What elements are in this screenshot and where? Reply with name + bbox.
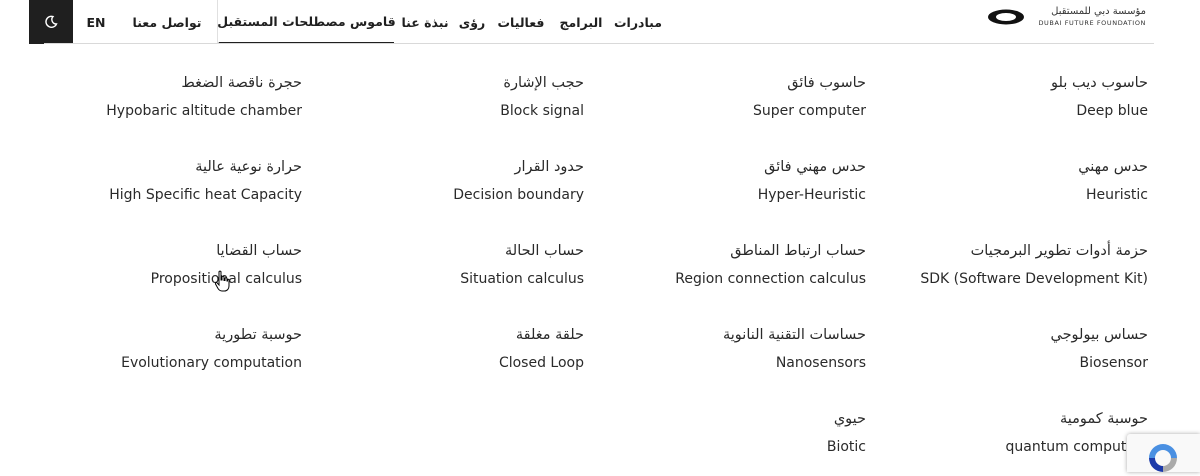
glossary-term[interactable]: حيوي Biotic bbox=[606, 409, 866, 457]
term-arabic: حزمة أدوات تطوير البرمجيات bbox=[970, 243, 1148, 259]
term-english: Decision boundary bbox=[453, 187, 584, 203]
glossary-grid: حاسوب ديب بلو Deep blue حاسوب فائق Super… bbox=[0, 0, 1200, 472]
glossary-term[interactable]: حاسوب فائق Super computer bbox=[606, 73, 866, 121]
glossary-term[interactable]: حرارة نوعية عالية High Specific heat Cap… bbox=[42, 157, 302, 205]
term-arabic: حاسوب فائق bbox=[787, 75, 866, 91]
term-arabic: حدود القرار bbox=[514, 159, 584, 175]
glossary-term[interactable]: حجب الإشارة Block signal bbox=[324, 73, 584, 121]
term-english: Closed Loop bbox=[498, 355, 584, 371]
term-english: Hypobaric altitude chamber bbox=[106, 103, 302, 119]
term-arabic: حساب القضايا bbox=[216, 243, 302, 259]
term-english: Region connection calculus bbox=[675, 271, 866, 287]
recaptcha-icon bbox=[1149, 444, 1177, 472]
term-english: High Specific heat Capacity bbox=[109, 187, 302, 203]
term-english: Deep blue bbox=[1076, 103, 1148, 119]
recaptcha-badge[interactable] bbox=[1127, 434, 1200, 472]
glossary-term[interactable]: حزمة أدوات تطوير البرمجيات SDK (Software… bbox=[888, 241, 1148, 289]
term-english: Biotic bbox=[826, 439, 866, 455]
term-english: Heuristic bbox=[1085, 187, 1148, 203]
term-english: Biosensor bbox=[1079, 355, 1148, 371]
term-english: SDK (Software Development Kit) bbox=[920, 271, 1148, 287]
term-english: Nanosensors bbox=[775, 355, 866, 371]
term-arabic: حساسات التقنية النانوية bbox=[722, 327, 866, 343]
glossary-term[interactable]: حساب الحالة Situation calculus bbox=[324, 241, 584, 289]
term-arabic: حوسبة كمومية bbox=[1059, 411, 1148, 427]
term-arabic: حاسوب ديب بلو bbox=[1051, 75, 1148, 91]
glossary-term[interactable]: حساب القضايا Propositional calculus bbox=[42, 241, 302, 289]
term-arabic: حجرة ناقصة الضغط bbox=[181, 75, 302, 91]
term-english: Propositional calculus bbox=[150, 271, 302, 287]
term-english: quantum computing bbox=[1005, 439, 1148, 455]
glossary-term[interactable]: حدود القرار Decision boundary bbox=[324, 157, 584, 205]
term-arabic: حجب الإشارة bbox=[503, 75, 584, 91]
term-arabic: حرارة نوعية عالية bbox=[195, 159, 302, 175]
glossary-term[interactable]: حجرة ناقصة الضغط Hypobaric altitude cham… bbox=[42, 73, 302, 121]
glossary-term[interactable]: حساس بيولوجي Biosensor bbox=[888, 325, 1149, 373]
glossary-term[interactable]: حلقة مغلقة Closed Loop bbox=[324, 325, 584, 373]
glossary-term[interactable]: حوسبة كمومية quantum computing bbox=[888, 409, 1148, 457]
term-arabic: حساب الحالة bbox=[505, 243, 584, 259]
term-english: Super computer bbox=[753, 103, 866, 119]
term-arabic: حساب ارتباط المناطق bbox=[730, 243, 866, 259]
glossary-term[interactable]: حوسبة تطورية Evolutionary computation bbox=[42, 325, 302, 373]
glossary-term[interactable]: حدس مهني فائق Hyper-Heuristic bbox=[606, 157, 866, 205]
term-arabic: حوسبة تطورية bbox=[214, 327, 302, 343]
glossary-term[interactable]: حدس مهني Heuristic bbox=[888, 157, 1148, 205]
term-english: Block signal bbox=[500, 103, 584, 119]
term-english: Evolutionary computation bbox=[121, 355, 302, 371]
glossary-term[interactable]: حساب ارتباط المناطق Region connection ca… bbox=[606, 241, 866, 289]
term-arabic: حلقة مغلقة bbox=[515, 327, 584, 343]
glossary-term[interactable]: حساسات التقنية النانوية Nanosensors bbox=[606, 325, 866, 373]
term-english: Hyper-Heuristic bbox=[757, 187, 866, 203]
term-arabic: حيوي bbox=[833, 411, 866, 427]
term-arabic: حدس مهني فائق bbox=[764, 159, 866, 175]
term-english: Situation calculus bbox=[460, 271, 584, 287]
term-arabic: حدس مهني bbox=[1078, 159, 1148, 175]
glossary-term[interactable]: حاسوب ديب بلو Deep blue bbox=[888, 73, 1148, 121]
term-arabic: حساس بيولوجي bbox=[1050, 327, 1149, 343]
